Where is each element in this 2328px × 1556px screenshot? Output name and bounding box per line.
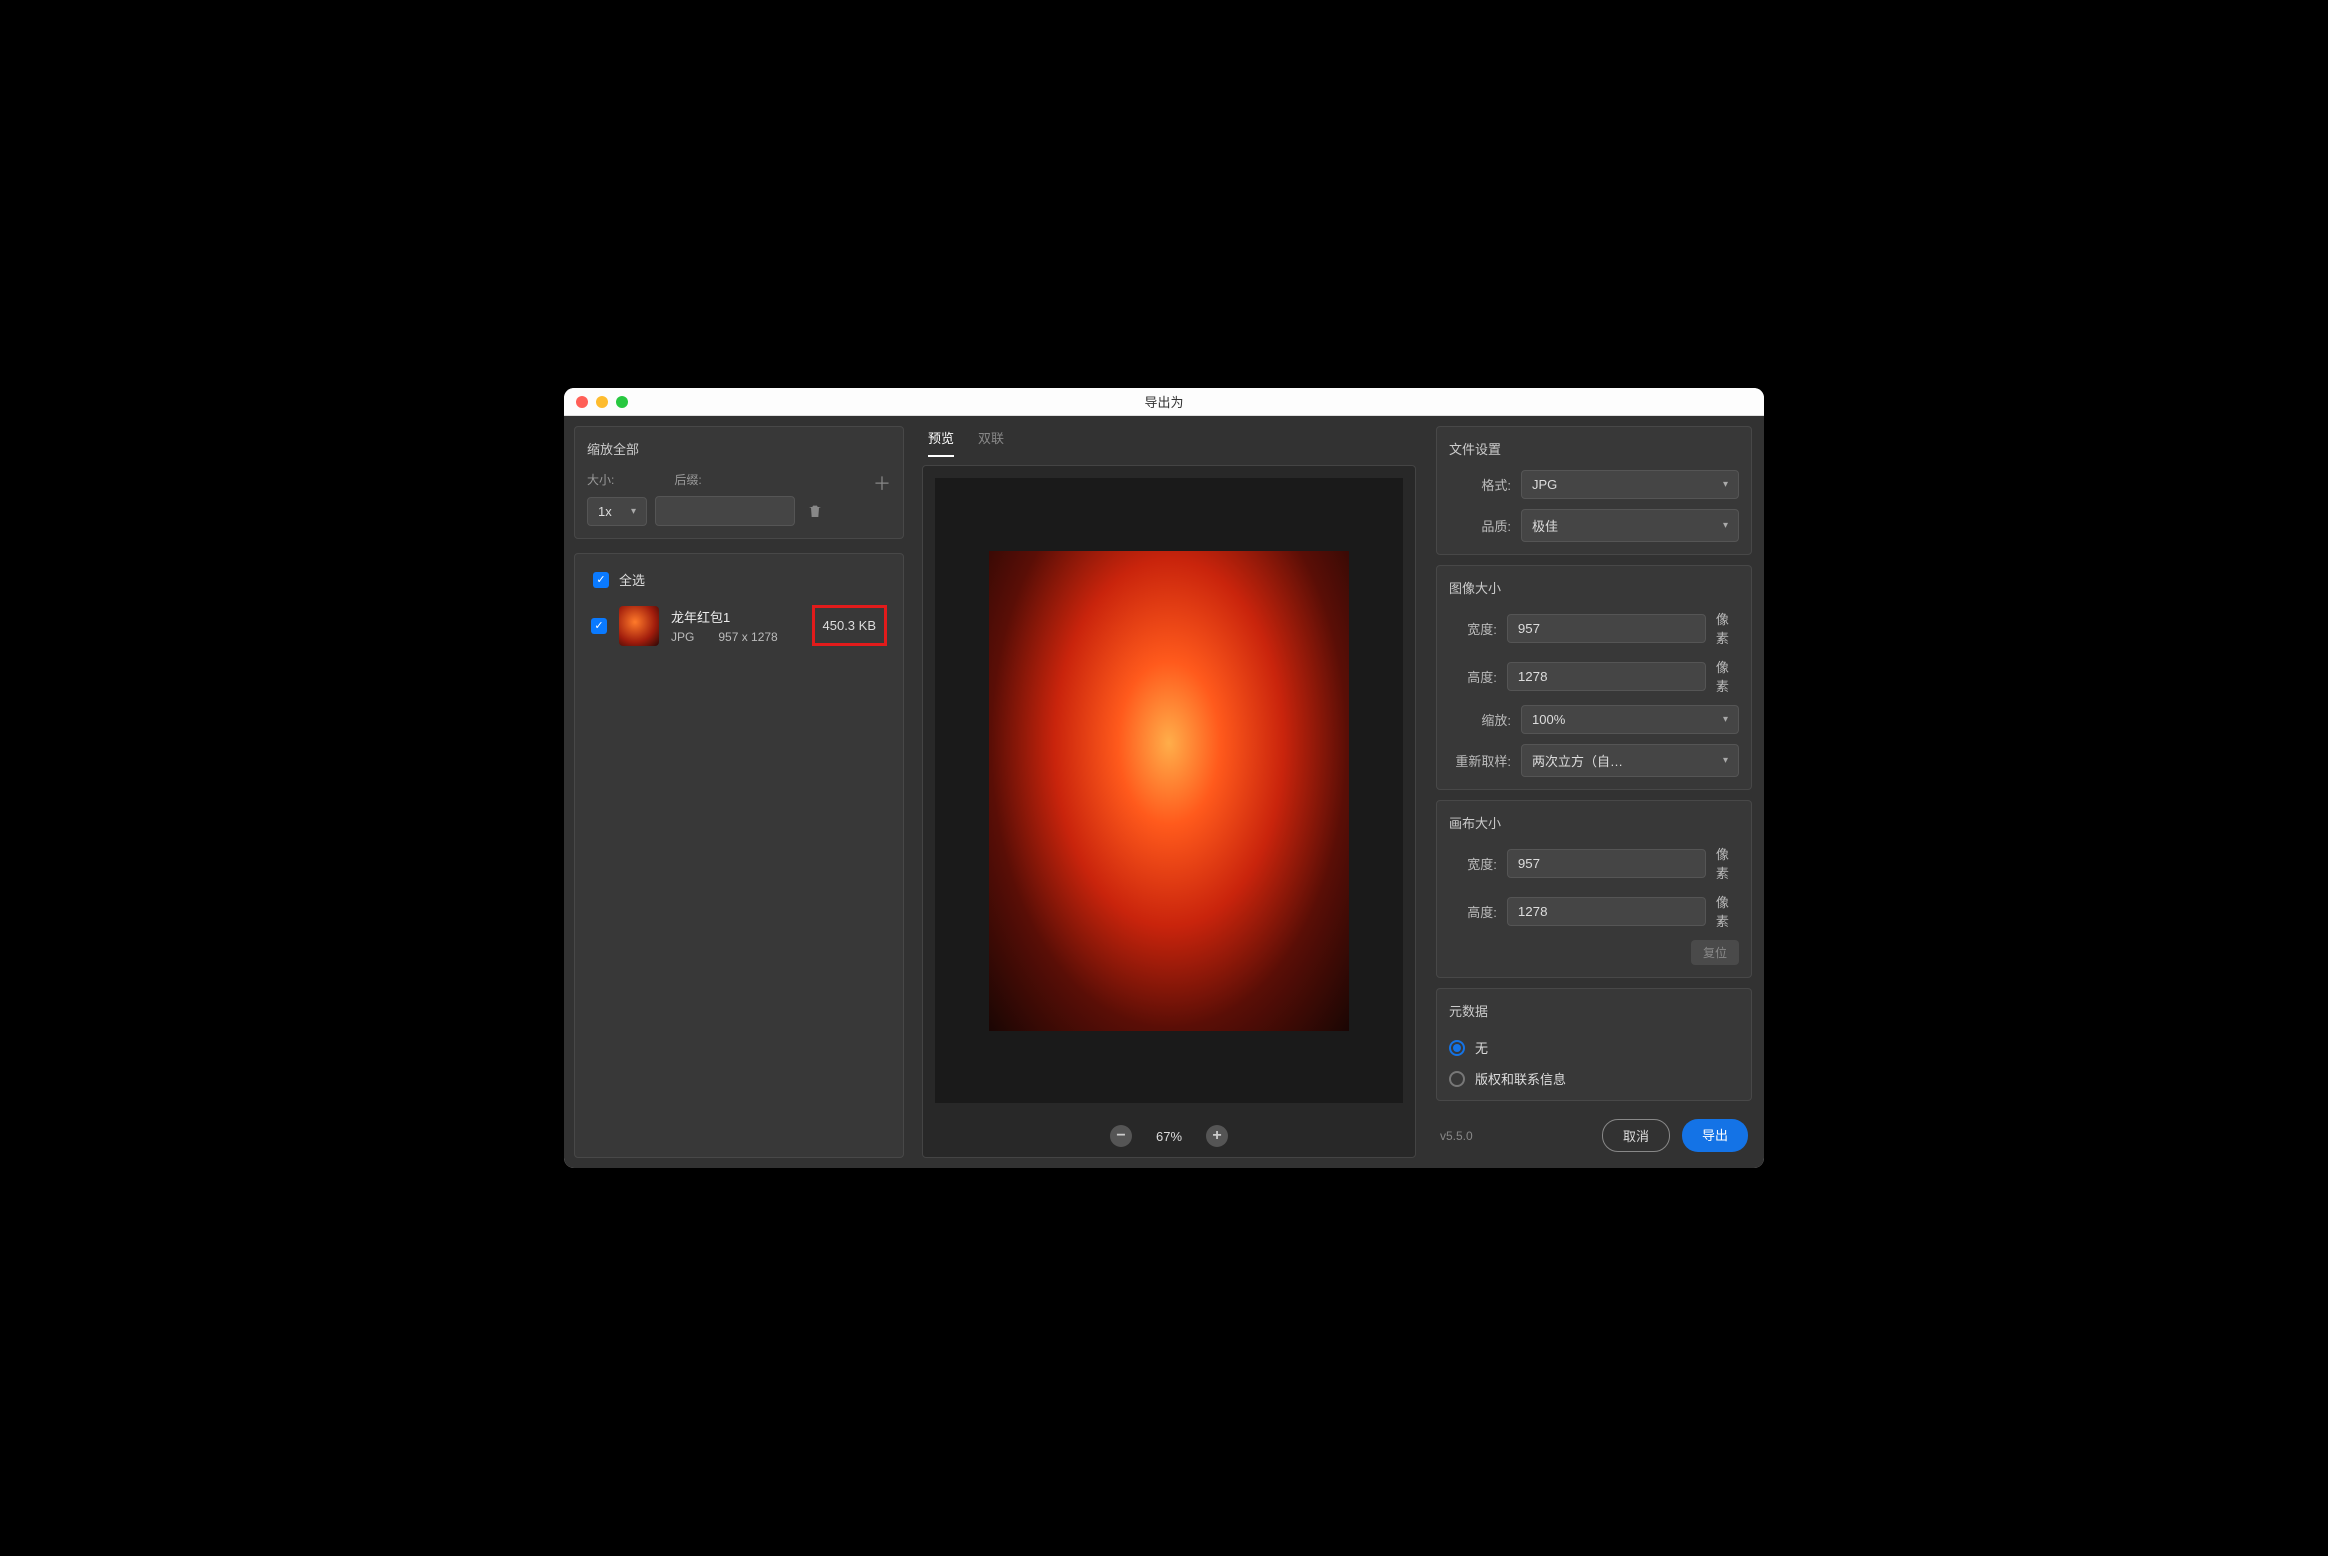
center-panel: 预览 双联 − 67% +	[914, 416, 1424, 1168]
trash-icon[interactable]	[803, 499, 827, 523]
metadata-title: 元数据	[1449, 1001, 1739, 1020]
chevron-down-icon: ▾	[1723, 714, 1728, 725]
tab-preview[interactable]: 预览	[928, 428, 954, 457]
zoom-controls: − 67% +	[923, 1115, 1415, 1157]
window-title: 导出为	[564, 392, 1764, 411]
suffix-label: 后缀:	[674, 471, 701, 488]
height-label: 高度:	[1449, 667, 1497, 686]
canvas-size-title: 画布大小	[1449, 813, 1739, 832]
width-label: 宽度:	[1449, 619, 1497, 638]
window-controls	[564, 396, 628, 408]
content: 缩放全部 大小: 后缀: ＋ 1x ▾	[564, 416, 1764, 1168]
radio-checked-icon	[1449, 1040, 1465, 1056]
cancel-button[interactable]: 取消	[1602, 1119, 1670, 1152]
chevron-down-icon: ▾	[1723, 755, 1728, 766]
chevron-down-icon: ▾	[1723, 479, 1728, 490]
scale-select[interactable]: 1x ▾	[587, 497, 647, 526]
metadata-copyright-option[interactable]: 版权和联系信息	[1449, 1063, 1739, 1094]
quality-label: 品质:	[1449, 516, 1511, 535]
item-filesize-highlight: 450.3 KB	[812, 605, 888, 646]
canvas-size-section: 画布大小 宽度: 像素 高度: 像素 复位	[1436, 800, 1752, 978]
image-size-section: 图像大小 宽度: 像素 高度: 像素 缩放: 100% ▾	[1436, 565, 1752, 790]
items-panel: ✓ 全选 ✓ 龙年红包1 JPG 957 x 1278 450.3 KB	[574, 553, 904, 1158]
canvas-width-label: 宽度:	[1449, 854, 1497, 873]
scale-value: 1x	[598, 504, 612, 519]
item-name: 龙年红包1	[671, 607, 806, 626]
item-format: JPG	[671, 630, 694, 644]
minimize-icon[interactable]	[596, 396, 608, 408]
left-panel: 缩放全部 大小: 后缀: ＋ 1x ▾	[564, 416, 914, 1168]
canvas-height-input[interactable]	[1507, 897, 1706, 926]
resample-value: 两次立方（自…	[1532, 751, 1623, 770]
suffix-input[interactable]	[655, 496, 795, 526]
format-select[interactable]: JPG ▾	[1521, 470, 1739, 499]
scale-all-label: 缩放全部	[587, 439, 891, 458]
chevron-down-icon: ▾	[631, 506, 636, 517]
canvas-height-label: 高度:	[1449, 902, 1497, 921]
scale-select[interactable]: 100% ▾	[1521, 705, 1739, 734]
item-checkbox[interactable]: ✓	[591, 618, 607, 634]
size-label: 大小:	[587, 471, 614, 488]
select-all-checkbox[interactable]: ✓	[593, 572, 609, 588]
chevron-down-icon: ▾	[1723, 520, 1728, 531]
right-panel: 文件设置 格式: JPG ▾ 品质: 极佳 ▾ 图像大小	[1424, 416, 1764, 1168]
zoom-value: 67%	[1156, 1129, 1182, 1144]
zoom-out-button[interactable]: −	[1110, 1125, 1132, 1147]
scale-panel: 缩放全部 大小: 后缀: ＋ 1x ▾	[574, 426, 904, 539]
resample-select[interactable]: 两次立方（自… ▾	[1521, 744, 1739, 777]
export-dialog: 导出为 缩放全部 大小: 后缀: ＋ 1x ▾	[564, 388, 1764, 1168]
metadata-copyright-label: 版权和联系信息	[1475, 1069, 1566, 1088]
unit-label: 像素	[1716, 892, 1739, 930]
unit-label: 像素	[1716, 844, 1739, 882]
metadata-none-label: 无	[1475, 1038, 1488, 1057]
export-button[interactable]: 导出	[1682, 1119, 1748, 1152]
unit-label: 像素	[1716, 657, 1739, 695]
tabs: 预览 双联	[922, 426, 1416, 457]
canvas-width-input[interactable]	[1507, 849, 1706, 878]
metadata-section: 元数据 无 版权和联系信息	[1436, 988, 1752, 1101]
footer: v5.5.0 取消 导出	[1436, 1111, 1752, 1154]
version-label: v5.5.0	[1440, 1129, 1473, 1143]
width-input[interactable]	[1507, 614, 1706, 643]
resample-label: 重新取样:	[1449, 751, 1511, 770]
zoom-in-button[interactable]: +	[1206, 1125, 1228, 1147]
format-value: JPG	[1532, 477, 1557, 492]
height-input[interactable]	[1507, 662, 1706, 691]
reset-button[interactable]: 复位	[1691, 940, 1739, 965]
preview-image	[989, 551, 1349, 1031]
item-thumbnail	[619, 606, 659, 646]
image-size-title: 图像大小	[1449, 578, 1739, 597]
maximize-icon[interactable]	[616, 396, 628, 408]
preview-canvas[interactable]	[935, 478, 1403, 1103]
quality-value: 极佳	[1532, 516, 1558, 535]
quality-select[interactable]: 极佳 ▾	[1521, 509, 1739, 542]
file-settings-section: 文件设置 格式: JPG ▾ 品质: 极佳 ▾	[1436, 426, 1752, 555]
list-item[interactable]: ✓ 龙年红包1 JPG 957 x 1278 450.3 KB	[587, 599, 891, 652]
scale-value: 100%	[1532, 712, 1565, 727]
titlebar: 导出为	[564, 388, 1764, 416]
radio-unchecked-icon	[1449, 1071, 1465, 1087]
metadata-none-option[interactable]: 无	[1449, 1032, 1739, 1063]
preview-area: − 67% +	[922, 465, 1416, 1158]
tab-dual[interactable]: 双联	[978, 428, 1004, 457]
item-filesize: 450.3 KB	[823, 618, 877, 633]
close-icon[interactable]	[576, 396, 588, 408]
scale-label: 缩放:	[1449, 710, 1511, 729]
select-all-label: 全选	[619, 570, 645, 589]
add-icon[interactable]: ＋	[873, 470, 891, 496]
file-settings-title: 文件设置	[1449, 439, 1739, 458]
unit-label: 像素	[1716, 609, 1739, 647]
format-label: 格式:	[1449, 475, 1511, 494]
item-dimensions: 957 x 1278	[718, 630, 777, 644]
